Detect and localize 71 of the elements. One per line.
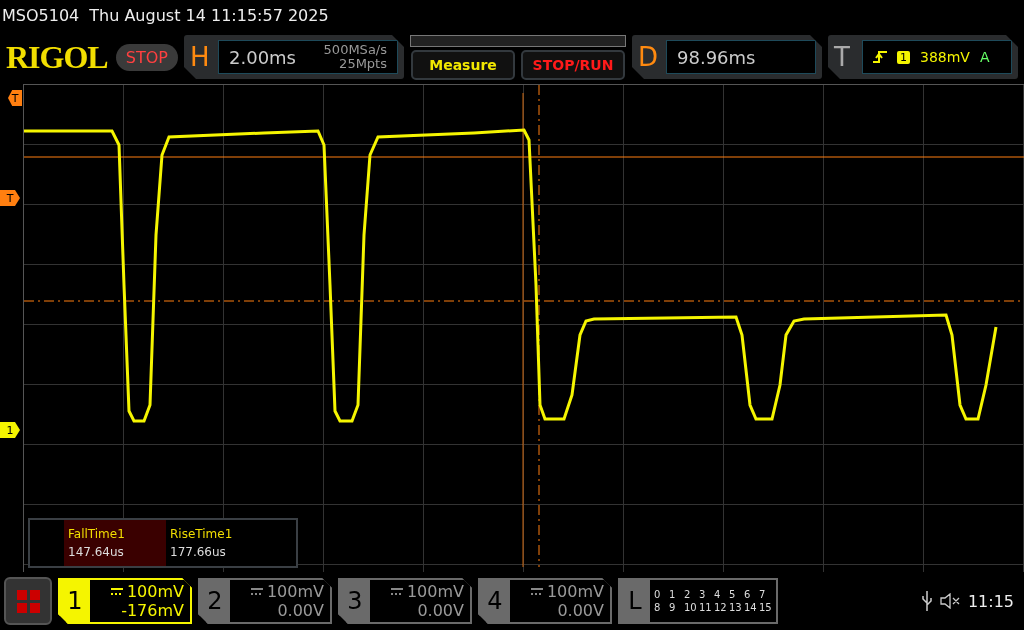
usb-icon (921, 591, 932, 611)
trigger-position-marker: T (8, 90, 22, 106)
trigger-source: 1 (897, 50, 910, 64)
run-state-badge: STOP (115, 43, 178, 71)
channel-scale: 100mV (266, 582, 324, 601)
timebase-value: 2.00ms (229, 46, 296, 68)
channel-offset: 0.00V (557, 601, 604, 620)
dc-coupling-icon (250, 587, 263, 596)
dc-coupling-icon (530, 587, 543, 596)
logic-channel-number: 13 (729, 602, 743, 613)
date-time: Thu August 14 11:15:57 2025 (89, 5, 329, 25)
trigger-label: T (834, 42, 851, 72)
logic-channel-number: 14 (744, 602, 758, 613)
measurement-value: 177.66us (170, 545, 227, 559)
channel-offset: 0.00V (277, 601, 324, 620)
menu-button[interactable] (4, 577, 52, 625)
logic-channel-number: 9 (669, 602, 677, 613)
trigger-mode: A (979, 49, 990, 65)
stop-run-button[interactable]: STOP/RUN (521, 49, 625, 80)
brand-logo: RIGOL (6, 38, 109, 76)
measurement-item[interactable]: FallTime1 147.64us (64, 520, 166, 566)
clock-time: 11:15 (967, 591, 1014, 611)
trigger-level-marker: T (0, 190, 20, 206)
measure-button[interactable]: Measure (411, 49, 515, 80)
channel-number: 4 (486, 586, 504, 617)
dc-coupling-icon (390, 587, 403, 596)
channel-number: 2 (206, 586, 224, 617)
logic-channel-number: 6 (744, 589, 752, 600)
channel-panel[interactable]: 4 100mV 0.00V (478, 578, 612, 624)
logic-channel-number: 8 (654, 602, 662, 613)
channel-panel[interactable]: 2 100mV 0.00V (198, 578, 332, 624)
logic-channel-number: 10 (684, 602, 698, 613)
mute-icon (939, 593, 960, 609)
channel-marker: 1 (0, 422, 20, 438)
logic-panel[interactable]: L 0 1 2 3 4 5 6 7 8 9 10 11 12 13 14 15 (618, 578, 778, 624)
logic-channel-number: 15 (759, 602, 773, 613)
delay-value: 98.96ms (677, 46, 756, 68)
measurement-name: RiseTime1 (170, 527, 234, 541)
delay-panel[interactable]: D 98.96ms (632, 35, 822, 79)
trigger-level: 388mV (920, 49, 970, 65)
logic-channel-number: 5 (729, 589, 737, 600)
channel-scale: 100mV (126, 582, 184, 601)
logic-channel-number: 0 (654, 589, 662, 600)
logic-channel-number: 3 (699, 589, 707, 600)
measurement-value: 147.64us (68, 545, 125, 559)
dc-coupling-icon (110, 587, 123, 596)
logic-channel-number: 11 (699, 602, 713, 613)
logic-channel-number: 4 (714, 589, 722, 600)
logic-channel-number: 1 (669, 589, 677, 600)
horizontal-label: H (190, 42, 210, 72)
logic-channel-number: 12 (714, 602, 728, 613)
sample-rate: 500MSa/s (323, 43, 387, 57)
measurement-item[interactable]: RiseTime1 177.66us (166, 520, 268, 566)
measurement-name: FallTime1 (68, 527, 126, 541)
rising-edge-icon (873, 50, 887, 64)
logic-label: L (627, 586, 643, 617)
channel-scale: 100mV (406, 582, 464, 601)
logic-channel-number: 7 (759, 589, 767, 600)
channel-panel[interactable]: 3 100mV 0.00V (338, 578, 472, 624)
horizontal-panel[interactable]: H 2.00ms 500MSa/s 25Mpts (184, 35, 404, 79)
delay-label: D (638, 42, 658, 72)
model-name: MSO5104 (2, 5, 80, 25)
channel-panel[interactable]: 1 100mV -176mV (58, 578, 192, 624)
channel-number: 1 (66, 586, 84, 617)
channel-scale: 100mV (546, 582, 604, 601)
trigger-panel[interactable]: T 1 388mV A (828, 35, 1018, 79)
memory-depth: 25Mpts (339, 57, 387, 71)
channel-offset: -176mV (121, 601, 184, 620)
channel-number: 3 (346, 586, 364, 617)
logic-channel-number: 2 (684, 589, 692, 600)
channel-offset: 0.00V (417, 601, 464, 620)
